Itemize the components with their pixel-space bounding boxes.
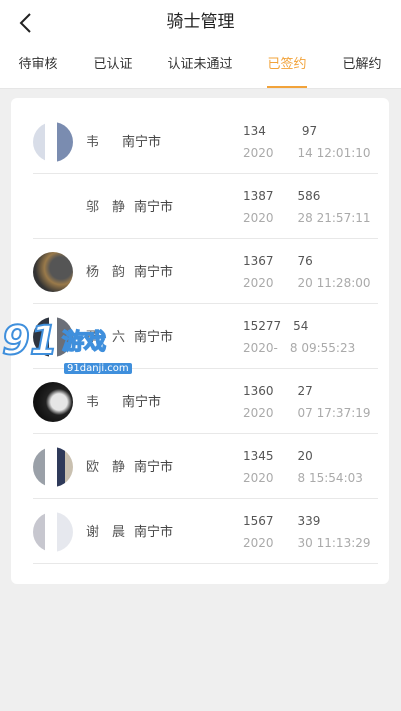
tab-pending-review[interactable]: 待审核 bbox=[14, 45, 62, 88]
rider-city: 南宁市 bbox=[134, 525, 174, 540]
rider-row[interactable]: 谢 晨 南宁市 1567 339 2020 30 11:13:29 bbox=[33, 498, 378, 564]
rider-avatar bbox=[33, 122, 73, 162]
tab-terminated[interactable]: 已解约 bbox=[341, 45, 383, 88]
rider-sign-date: 2020- 8 09:55:23 bbox=[243, 341, 356, 355]
site-watermark: 91 游戏 91danji.com bbox=[0, 317, 140, 380]
rider-city: 南宁市 bbox=[122, 135, 162, 150]
watermark-number: 91 bbox=[1, 317, 59, 365]
rider-row[interactable]: 邬 静 南宁市 1387 586 2020 28 21:57:11 bbox=[33, 173, 378, 239]
rider-sign-date: 2020 14 12:01:10 bbox=[243, 146, 371, 160]
status-tabs: 待审核 已认证 认证未通过 已签约 已解约 bbox=[0, 45, 401, 89]
rider-phone: 1345 20 bbox=[243, 449, 313, 463]
rider-city: 南宁市 bbox=[134, 265, 174, 280]
rider-name: 欧 静 bbox=[86, 460, 126, 475]
rider-sign-date: 2020 20 11:28:00 bbox=[243, 276, 371, 290]
rider-city: 南宁市 bbox=[122, 395, 162, 410]
rider-avatar bbox=[33, 512, 73, 552]
tab-signed[interactable]: 已签约 bbox=[267, 45, 307, 88]
rider-name: 韦 bbox=[86, 135, 100, 150]
rider-avatar bbox=[33, 382, 73, 422]
watermark-text: 游戏 bbox=[61, 329, 107, 356]
rider-phone: 1567 339 bbox=[243, 514, 321, 528]
watermark-url: 91danji.com bbox=[64, 363, 132, 374]
rider-phone: 1360 27 bbox=[243, 384, 313, 398]
tab-verified[interactable]: 已认证 bbox=[92, 45, 134, 88]
header-bar: 骑士管理 bbox=[0, 0, 401, 45]
rider-row[interactable]: 韦 南宁市 134 97 2020 14 12:01:10 bbox=[33, 108, 378, 174]
rider-city: 南宁市 bbox=[134, 460, 174, 475]
rider-avatar bbox=[33, 252, 73, 292]
rider-name: 韦 bbox=[86, 395, 100, 410]
tab-verification-failed[interactable]: 认证未通过 bbox=[165, 45, 235, 88]
rider-city: 南宁市 bbox=[134, 200, 174, 215]
rider-sign-date: 2020 30 11:13:29 bbox=[243, 536, 371, 550]
rider-row[interactable]: 杨 韵 南宁市 1367 76 2020 20 11:28:00 bbox=[33, 238, 378, 304]
rider-sign-date: 2020 28 21:57:11 bbox=[243, 211, 371, 225]
rider-name: 谢 晨 bbox=[86, 525, 126, 540]
rider-name: 杨 韵 bbox=[86, 265, 126, 280]
rider-phone: 1367 76 bbox=[243, 254, 313, 268]
rider-sign-date: 2020 07 17:37:19 bbox=[243, 406, 371, 420]
rider-name: 邬 静 bbox=[86, 200, 126, 215]
page-title: 骑士管理 bbox=[166, 12, 235, 32]
rider-phone: 1387 586 bbox=[243, 189, 321, 203]
rider-phone: 15277 54 bbox=[243, 319, 309, 333]
rider-avatar bbox=[33, 447, 73, 487]
rider-row[interactable]: 欧 静 南宁市 1345 20 2020 8 15:54:03 bbox=[33, 433, 378, 499]
rider-phone: 134 97 bbox=[243, 124, 318, 138]
rider-sign-date: 2020 8 15:54:03 bbox=[243, 471, 363, 485]
